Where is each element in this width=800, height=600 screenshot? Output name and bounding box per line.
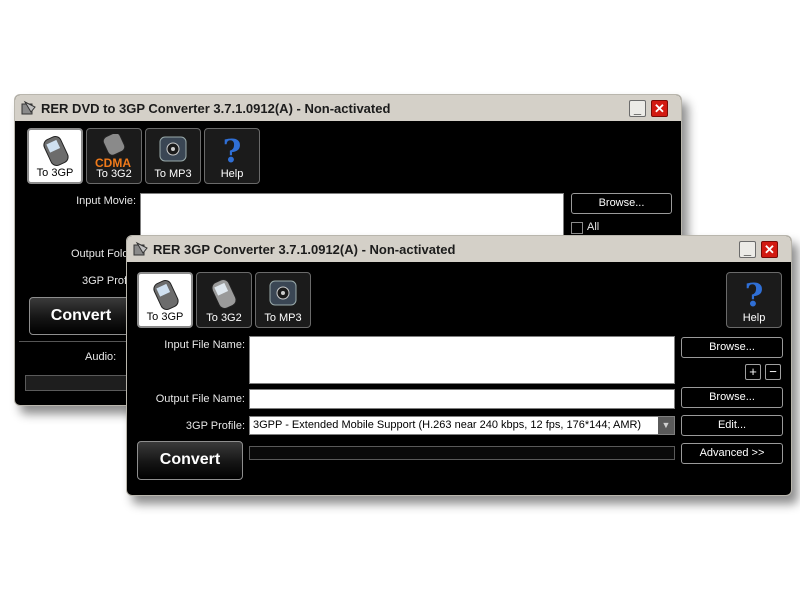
- back-profile-label: 3GP Profi: [82, 275, 130, 287]
- back-tab-label: To 3GP: [36, 167, 74, 179]
- phone-icon: [211, 278, 237, 310]
- tab-to-mp3[interactable]: To MP3: [255, 272, 311, 328]
- tab-to-3gp[interactable]: To 3GP: [137, 272, 193, 328]
- output-file-label: Output File Name:: [155, 393, 245, 405]
- all-label: All: [587, 221, 600, 233]
- help-icon: ?: [223, 134, 242, 166]
- back-convert-button[interactable]: Convert: [29, 297, 133, 335]
- app-icon: [133, 241, 148, 256]
- back-tab-label: Help: [220, 168, 244, 180]
- browse-output-button[interactable]: Browse...: [681, 387, 783, 408]
- input-file-label: Input File Name:: [164, 339, 245, 351]
- back-tab-to-3g2[interactable]: CDMA To 3G2: [86, 128, 142, 184]
- back-window-title: RER DVD to 3GP Converter 3.7.1.0912(A) -…: [41, 100, 391, 116]
- front-window: RER 3GP Converter 3.7.1.0912(A) - Non-ac…: [126, 235, 792, 496]
- back-tab-label: To MP3: [154, 168, 192, 180]
- output-file-field[interactable]: [249, 389, 675, 409]
- back-window-titlebar[interactable]: RER DVD to 3GP Converter 3.7.1.0912(A) -…: [15, 95, 681, 121]
- profile-value: 3GPP - Extended Mobile Support (H.263 ne…: [253, 419, 642, 431]
- app-icon: [21, 100, 36, 115]
- svg-text:?: ?: [223, 134, 242, 166]
- input-movie-label: Input Movie:: [76, 195, 136, 207]
- mp3-player-icon: [269, 280, 297, 306]
- tab-label: To MP3: [264, 312, 302, 324]
- add-file-button[interactable]: +: [745, 364, 761, 380]
- audio-label: Audio:: [85, 351, 117, 363]
- front-minimize-button[interactable]: _: [739, 241, 756, 258]
- back-browse-button[interactable]: Browse...: [571, 193, 672, 214]
- svg-text:?: ?: [745, 278, 764, 310]
- edit-profile-button[interactable]: Edit...: [681, 415, 783, 436]
- tab-to-3g2[interactable]: To 3G2: [196, 272, 252, 328]
- remove-file-button[interactable]: −: [765, 364, 781, 380]
- back-tab-help[interactable]: ? Help: [204, 128, 260, 184]
- profile-select[interactable]: 3GPP - Extended Mobile Support (H.263 ne…: [249, 416, 675, 435]
- tab-label: To 3G2: [206, 312, 242, 324]
- back-tab-to-mp3[interactable]: To MP3: [145, 128, 201, 184]
- all-checkbox[interactable]: [571, 222, 583, 234]
- phone-icon: [153, 279, 179, 311]
- front-close-button[interactable]: ✕: [761, 241, 778, 258]
- mp3-player-icon: [159, 136, 187, 162]
- convert-button[interactable]: Convert: [137, 441, 243, 480]
- phone-icon: [43, 135, 69, 167]
- profile-label: 3GP Profile:: [185, 420, 245, 432]
- help-label: Help: [742, 312, 766, 324]
- advanced-button[interactable]: Advanced >>: [681, 443, 783, 464]
- input-file-field[interactable]: [249, 336, 675, 384]
- output-folder-label: Output Fold: [71, 248, 129, 260]
- conversion-progress: [249, 446, 675, 460]
- browse-input-button[interactable]: Browse...: [681, 337, 783, 358]
- back-tab-to-3gp[interactable]: To 3GP: [27, 128, 83, 184]
- front-window-title: RER 3GP Converter 3.7.1.0912(A) - Non-ac…: [153, 241, 456, 257]
- back-minimize-button[interactable]: _: [629, 100, 646, 117]
- back-close-button[interactable]: ✕: [651, 100, 668, 117]
- back-status-bar: [25, 375, 135, 391]
- help-icon: ?: [745, 278, 764, 310]
- help-button[interactable]: ? Help: [726, 272, 782, 328]
- chevron-down-icon[interactable]: ▼: [658, 417, 674, 434]
- back-tab-label: To 3G2: [96, 168, 132, 180]
- front-window-titlebar[interactable]: RER 3GP Converter 3.7.1.0912(A) - Non-ac…: [127, 236, 791, 262]
- tab-label: To 3GP: [146, 311, 184, 323]
